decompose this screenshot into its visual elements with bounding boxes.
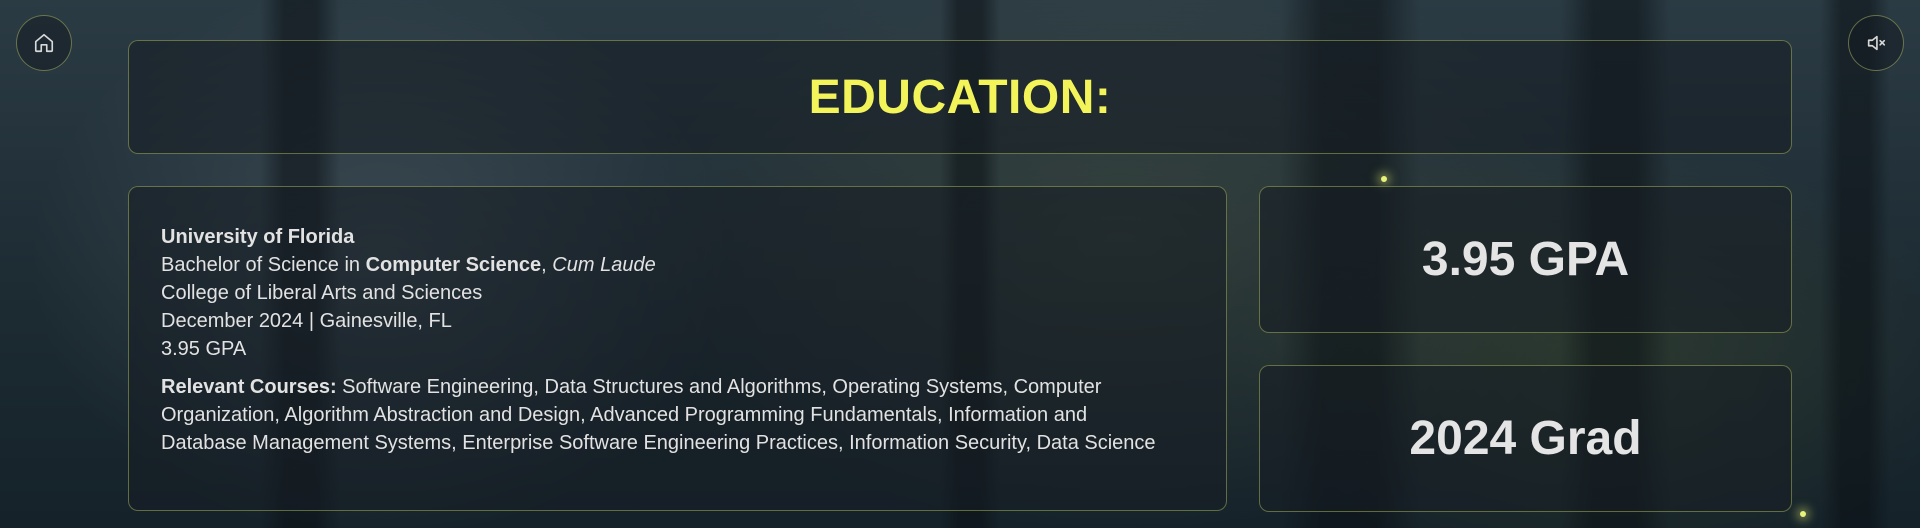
gpa-stat-card: 3.95 GPA [1259,186,1792,333]
degree-honor: Cum Laude [552,254,656,276]
mute-button[interactable] [1848,15,1904,71]
gpa-stat: 3.95 GPA [1421,233,1630,286]
degree-line: Bachelor of Science in Computer Science,… [161,251,1194,279]
degree-separator: , [541,254,553,276]
firefly [1381,176,1387,182]
date-location: December 2024 | Gainesville, FL [161,310,452,332]
degree-prefix: Bachelor of Science in [161,254,366,276]
volume-mute-icon [1865,32,1887,54]
college-name: College of Liberal Arts and Sciences [161,282,483,304]
grad-year-stat: 2024 Grad [1409,412,1642,465]
home-icon [33,32,55,54]
background-tree-trunk [1820,0,1890,528]
home-button[interactable] [16,15,72,71]
grad-year-stat-card: 2024 Grad [1259,365,1792,512]
page-title: EDUCATION: [808,70,1112,124]
gpa-line: 3.95 GPA [161,338,247,360]
courses-label: Relevant Courses: [161,376,337,398]
relevant-courses: Relevant Courses: Software Engineering, … [161,373,1161,457]
education-header-panel: EDUCATION: [128,40,1792,154]
degree-major: Computer Science [365,254,542,276]
education-details-card: University of Florida Bachelor of Scienc… [128,186,1227,511]
school-name: University of Florida [161,226,355,248]
firefly [1800,511,1806,517]
